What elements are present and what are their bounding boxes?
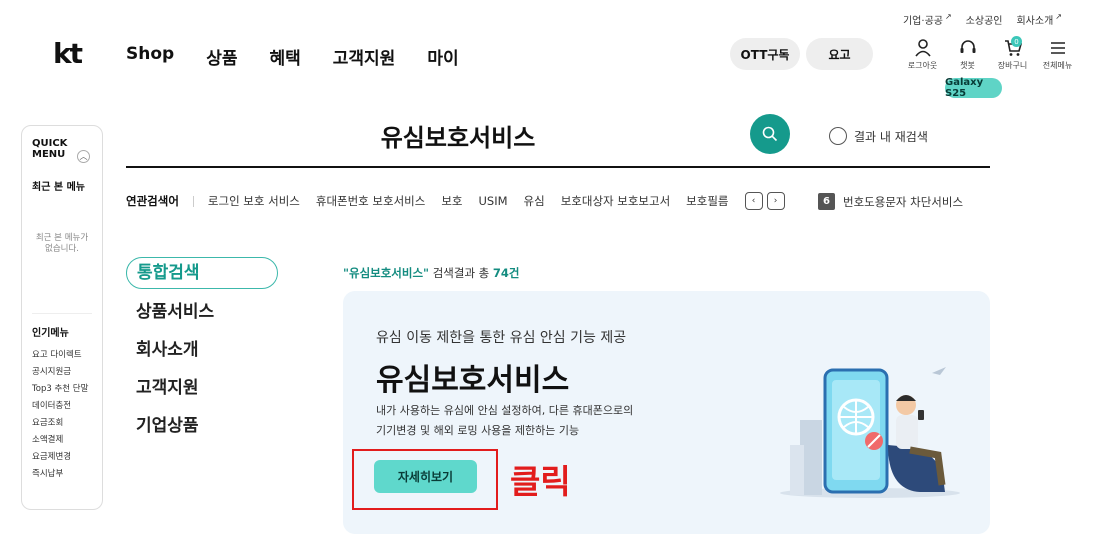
result-description-line: 내가 사용하는 유심에 안심 설정하여, 다른 휴대폰으로의	[376, 404, 634, 417]
category-tab-company[interactable]: 회사소개	[126, 331, 278, 369]
related-keywords-label: 연관검색어	[126, 194, 179, 208]
result-description-line: 기기변경 및 해외 로밍 사용을 제한하는 기능	[376, 424, 580, 437]
click-annotation: 클릭	[510, 462, 571, 501]
search-icon	[762, 126, 778, 142]
result-summary: "유심보호서비스" 검색결과 총 74건	[343, 265, 520, 281]
search-button[interactable]	[750, 114, 790, 154]
search-within-radio[interactable]	[829, 127, 847, 145]
yogo-plan-button[interactable]: 요고	[806, 38, 873, 70]
popular-menu-item[interactable]: 소액결제	[32, 432, 92, 449]
result-title: 유심보호서비스	[376, 363, 570, 398]
nav-shop[interactable]: Shop	[126, 44, 174, 69]
nav-support[interactable]: 고객지원	[333, 44, 396, 69]
popular-menu-heading: 인기메뉴	[32, 313, 92, 339]
util-link-smallbiz[interactable]: 소상공인	[966, 12, 1003, 27]
phone-security-illustration	[780, 367, 960, 498]
popular-menu-item[interactable]: 요고 다이렉트	[32, 347, 92, 364]
search-category-nav: 통합검색 상품서비스 회사소개 고객지원 기업상품	[126, 257, 278, 445]
category-tab-enterprise[interactable]: 기업상품	[126, 407, 278, 445]
click-highlight-box	[352, 449, 498, 510]
all-menu-button[interactable]: 전체메뉴	[1035, 38, 1080, 71]
related-keyword-arrows: ‹ ›	[744, 192, 785, 210]
search-within-label: 결과 내 재검색	[854, 129, 928, 144]
kt-logo[interactable]: kt	[53, 40, 83, 68]
recent-menu-heading: 최근 본 메뉴	[32, 182, 85, 193]
util-link-company[interactable]: 회사소개	[1016, 12, 1062, 27]
rank-number: 6	[818, 193, 835, 210]
quick-menu: QUICK MENU ︿ 최근 본 메뉴 최근 본 메뉴가 없습니다. 인기메뉴…	[21, 125, 103, 510]
related-keyword[interactable]: USIM	[479, 194, 508, 208]
popular-menu-item[interactable]: Top3 추천 단말	[32, 381, 92, 398]
summary-count: 74건	[492, 266, 520, 280]
related-keyword[interactable]: 유심	[524, 193, 545, 209]
logout-label: 로그아웃	[907, 61, 938, 70]
logout-button[interactable]: 로그아웃	[900, 38, 945, 71]
header-icons: 로그아웃 챗봇 장바구니 전체메뉴	[900, 38, 1080, 71]
utility-links: 기업·공공 소상공인 회사소개	[903, 12, 1062, 27]
search-input[interactable]: 유심보호서비스	[126, 118, 790, 153]
nav-products[interactable]: 상품	[206, 44, 237, 69]
quick-menu-title: QUICK MENU	[32, 138, 68, 160]
search-within-toggle[interactable]: 결과 내 재검색	[829, 127, 928, 145]
nav-my[interactable]: 마이	[427, 44, 458, 69]
related-keyword[interactable]: 보호	[441, 193, 462, 209]
popular-search-rank[interactable]: 6 번호도용문자 차단서비스	[818, 193, 963, 210]
util-link-enterprise[interactable]: 기업·공공	[903, 12, 952, 27]
nav-benefits[interactable]: 혜택	[269, 44, 300, 69]
summary-text: 검색결과 총	[432, 266, 490, 280]
search-underline	[126, 166, 990, 168]
ott-subscribe-button[interactable]: OTT구독	[730, 38, 800, 70]
popular-menu-item[interactable]: 요금제변경	[32, 449, 92, 466]
category-tab-products[interactable]: 상품서비스	[126, 293, 278, 331]
main-nav: Shop 상품 혜택 고객지원 마이	[126, 44, 459, 69]
rank-keyword: 번호도용문자 차단서비스	[843, 194, 964, 209]
result-subtitle: 유심 이동 제한을 통한 유심 안심 기능 제공	[376, 330, 627, 346]
user-icon	[914, 39, 931, 57]
chevron-left-icon[interactable]: ‹	[744, 192, 763, 210]
related-keyword[interactable]: 보호필름	[686, 193, 728, 209]
popular-menu-item[interactable]: 공시지원금	[32, 364, 92, 381]
category-tab-all[interactable]: 통합검색	[126, 257, 278, 289]
chatbot-icon	[960, 40, 975, 53]
recent-menu-empty: 최근 본 메뉴가 없습니다.	[35, 233, 89, 254]
category-tab-support[interactable]: 고객지원	[126, 369, 278, 407]
related-keyword[interactable]: 휴대폰번호 보호서비스	[316, 193, 425, 209]
menu-icon	[1050, 42, 1065, 54]
popular-menu-list: 요고 다이렉트 공시지원금 Top3 추천 단말 데이터충전 요금조회 소액결제…	[32, 347, 92, 483]
popular-menu-item[interactable]: 데이터충전	[32, 398, 92, 415]
summary-query: "유심보호서비스"	[343, 266, 430, 280]
popular-menu-item[interactable]: 요금조회	[32, 415, 92, 432]
chatbot-button[interactable]: 챗봇	[945, 38, 990, 71]
all-menu-label: 전체메뉴	[1042, 61, 1073, 70]
quick-menu-toggle-icon[interactable]: ︿	[77, 150, 90, 163]
related-keywords: 연관검색어 로그인 보호 서비스 휴대폰번호 보호서비스 보호 USIM 유심 …	[126, 192, 785, 210]
cart-count-badge: 0	[1011, 36, 1022, 47]
related-keyword[interactable]: 보호대상자 보호보고서	[561, 193, 670, 209]
galaxy-s25-badge[interactable]: Galaxy S25	[945, 77, 1002, 99]
divider	[192, 195, 194, 207]
popular-menu-item[interactable]: 즉시납부	[32, 466, 92, 483]
chatbot-label: 챗봇	[960, 61, 975, 70]
cart-label: 장바구니	[997, 61, 1028, 70]
chevron-right-icon[interactable]: ›	[766, 192, 785, 210]
result-description: 내가 사용하는 유심에 안심 설정하여, 다른 휴대폰으로의 기기변경 및 해외…	[376, 401, 696, 441]
related-keyword[interactable]: 로그인 보호 서비스	[208, 193, 300, 209]
